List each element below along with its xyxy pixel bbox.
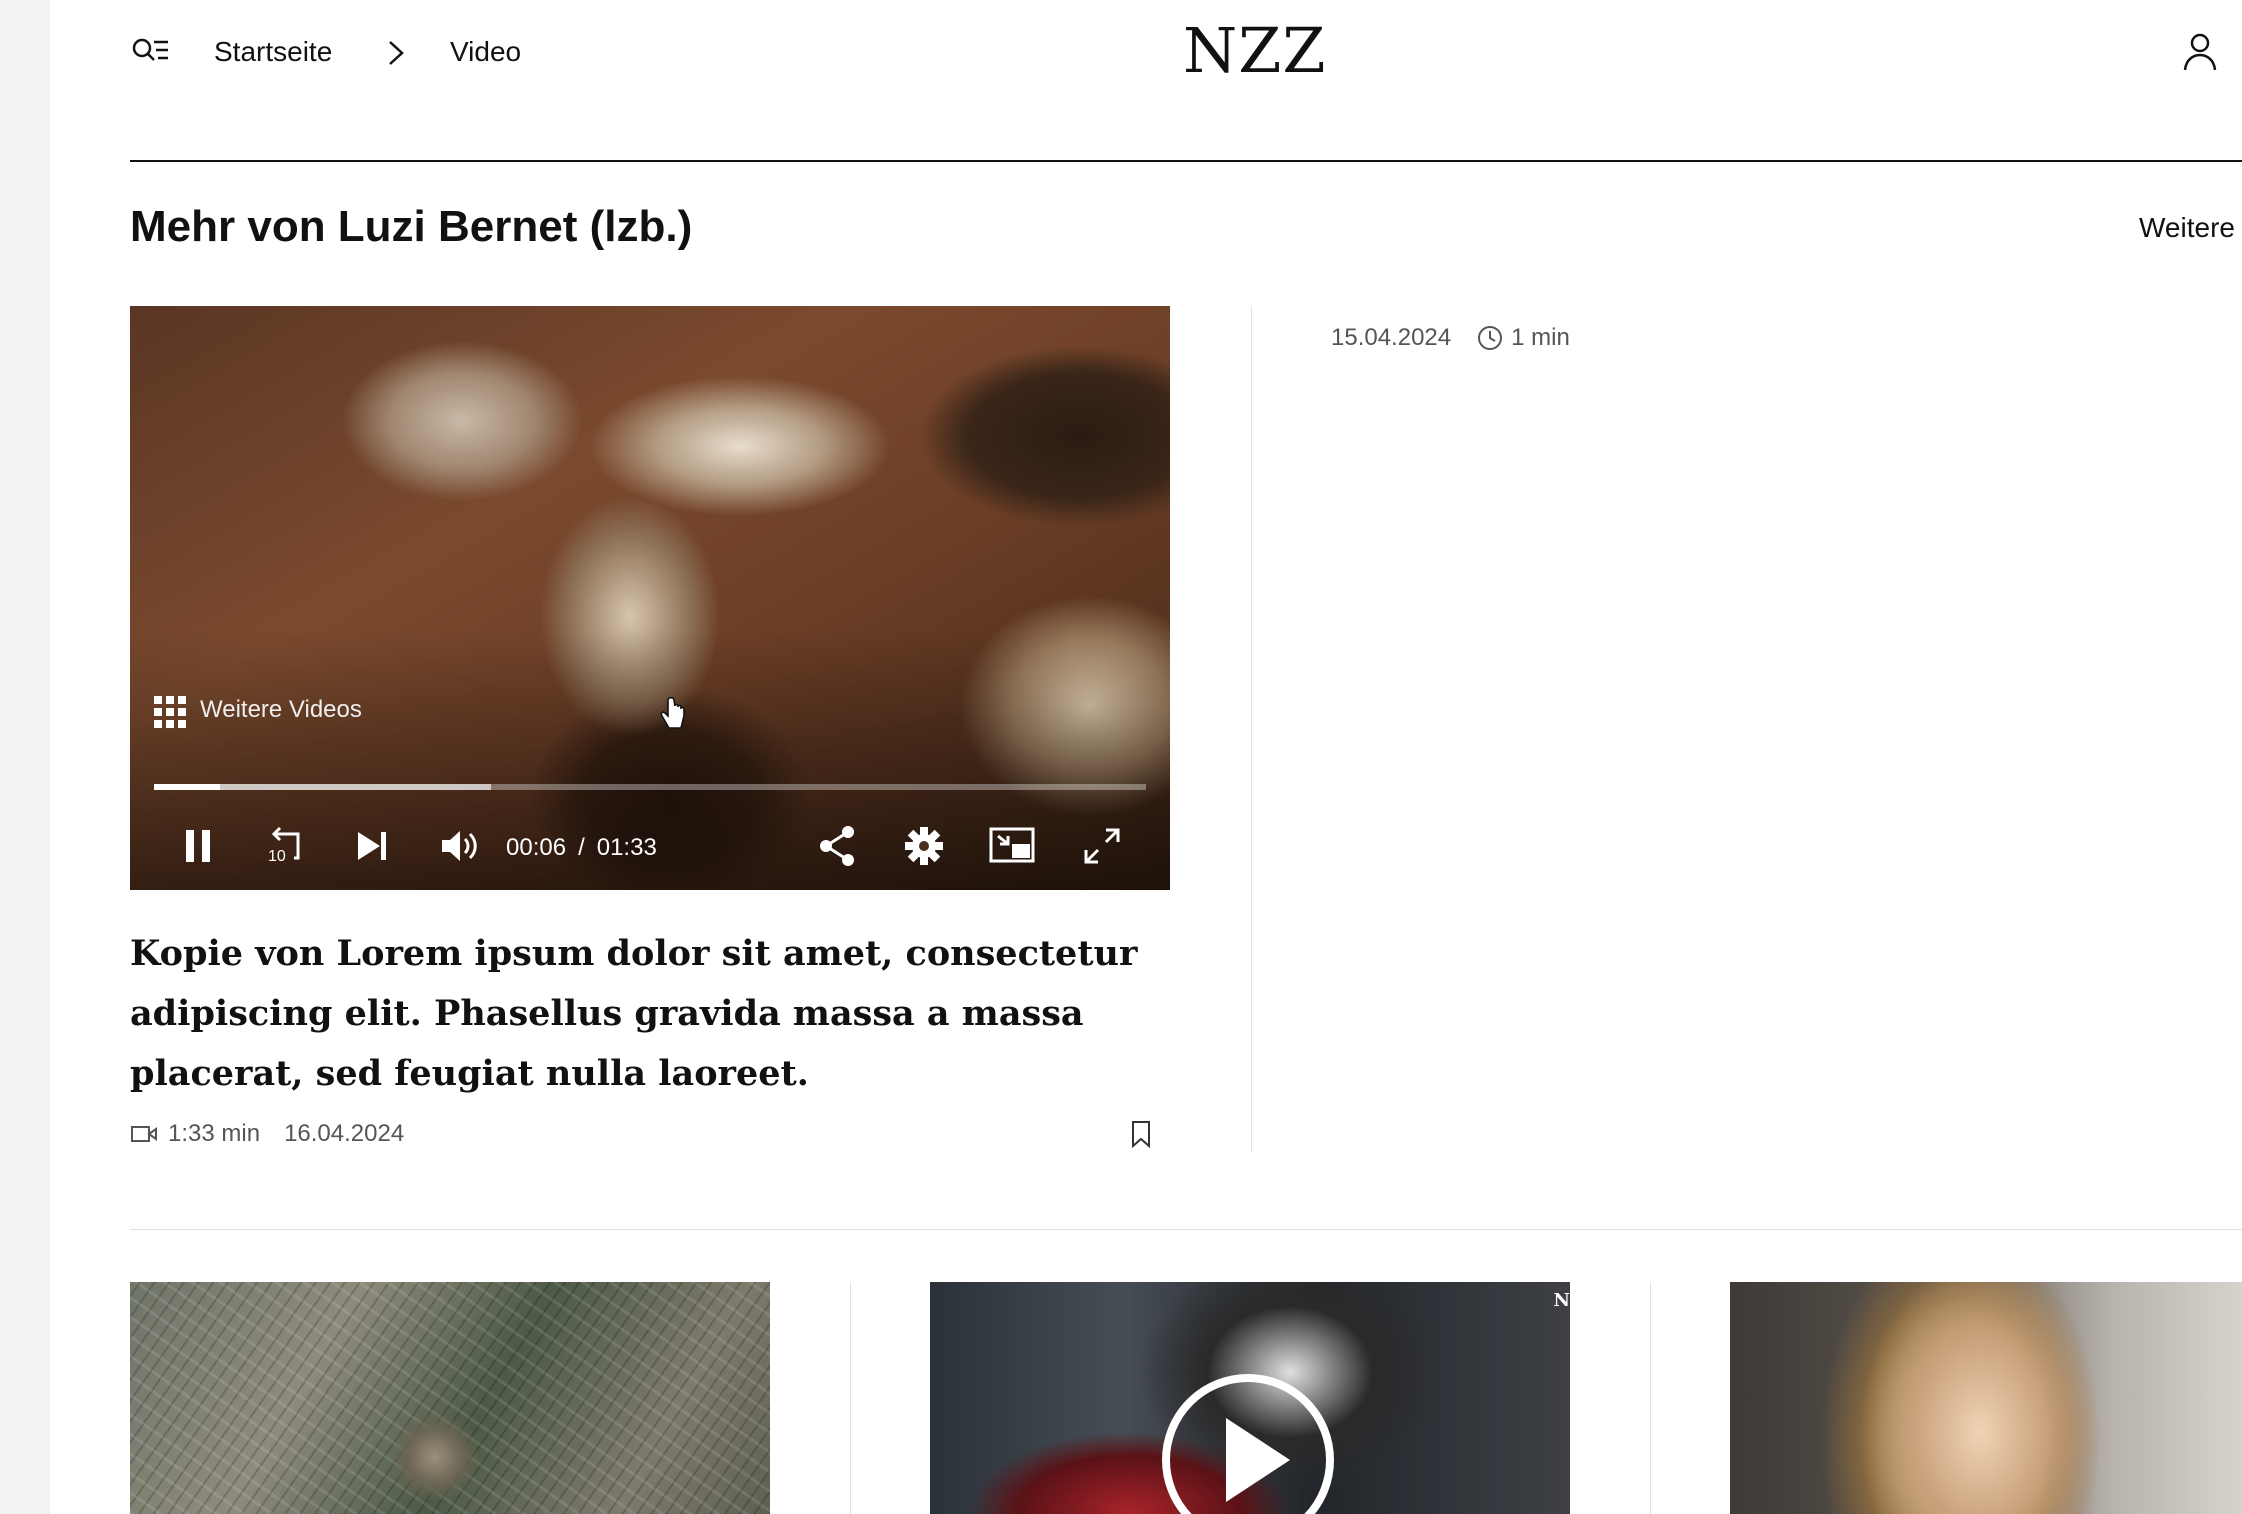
replay-10-button[interactable]: 10 — [264, 824, 308, 868]
skip-next-icon[interactable] — [354, 826, 390, 866]
pause-icon[interactable] — [182, 826, 214, 866]
nzz-logo[interactable]: NZZ — [1183, 14, 1326, 87]
card-thumbnail-video[interactable]: N — [930, 1282, 1570, 1514]
time-display: 00:06 / 01:33 — [506, 834, 657, 862]
duration: 01:33 — [596, 834, 657, 861]
grid-icon — [154, 696, 186, 728]
clock-icon — [1478, 326, 1503, 350]
video-player[interactable]: Weitere Videos 10 00:06 / 01:33 — [130, 306, 1170, 890]
share-icon[interactable] — [818, 824, 858, 868]
video-duration: 1:33 min — [168, 1120, 261, 1147]
progress-played — [154, 784, 221, 790]
more-videos-button[interactable]: Weitere Videos — [154, 696, 362, 728]
progress-bar[interactable] — [154, 784, 1146, 790]
left-edge-strip — [0, 0, 50, 1514]
breadcrumb-home[interactable]: Startseite — [214, 36, 332, 68]
search-menu-icon[interactable] — [130, 36, 170, 70]
chevron-right-icon — [389, 41, 404, 65]
fullscreen-icon[interactable] — [1082, 826, 1122, 866]
card-thumbnail-portrait[interactable] — [1730, 1282, 2242, 1514]
header-divider — [130, 160, 2242, 162]
video-title[interactable]: Kopie von Lorem ipsum dolor sit amet, co… — [130, 924, 1180, 1104]
side-item-read-time: 1 min — [1511, 324, 1570, 351]
video-camera-icon — [131, 1126, 157, 1142]
page: Startseite Video NZZ Mehr von Luzi Berne… — [50, 0, 2242, 1514]
card-badge: N — [1553, 1290, 1570, 1311]
gear-icon[interactable] — [904, 826, 944, 866]
play-icon[interactable] — [1160, 1372, 1336, 1514]
user-icon[interactable] — [2182, 32, 2218, 72]
time-separator: / — [578, 834, 585, 861]
replay-seconds-label: 10 — [268, 848, 286, 865]
breadcrumb-video[interactable]: Video — [450, 36, 521, 68]
card-divider — [1650, 1282, 1651, 1514]
more-link[interactable]: Weitere — [2139, 212, 2235, 244]
card-divider — [850, 1282, 851, 1514]
video-date: 16.04.2024 — [284, 1120, 405, 1147]
column-divider — [1251, 306, 1252, 1152]
side-item-meta: 15.04.2024 1 min — [1331, 324, 1570, 352]
bookmark-icon[interactable] — [1130, 1120, 1152, 1148]
card-thumbnail-aerial[interactable] — [130, 1282, 770, 1514]
hand-cursor-icon — [660, 696, 685, 729]
video-meta: 1:33 min 16.04.2024 — [130, 1120, 404, 1148]
volume-icon[interactable] — [438, 824, 482, 868]
more-videos-label: Weitere Videos — [200, 696, 362, 723]
current-time: 00:06 — [506, 834, 567, 861]
picture-in-picture-icon[interactable] — [988, 826, 1036, 864]
section-divider — [130, 1229, 2242, 1230]
side-item-date: 15.04.2024 — [1331, 324, 1452, 351]
section-title: Mehr von Luzi Bernet (lzb.) — [130, 202, 693, 251]
